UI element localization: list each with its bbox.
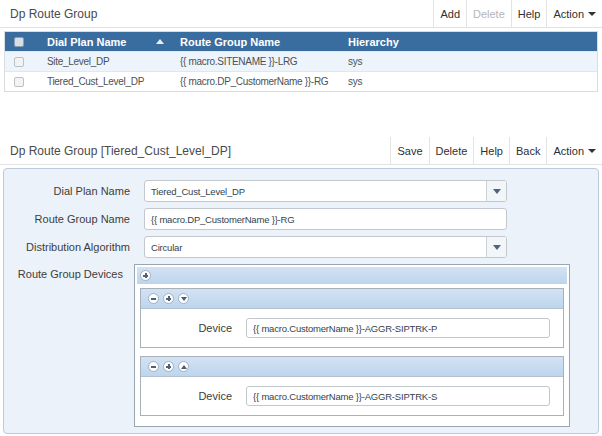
detail-panel: Dp Route Group [Tiered_Cust_Level_DP] Sa…: [0, 137, 602, 434]
device-label: Device: [141, 322, 232, 334]
add-device-button[interactable]: [140, 270, 151, 281]
caret-down-icon: [588, 149, 596, 153]
list-panel-title: Dp Route Group: [0, 0, 433, 27]
help-button[interactable]: Help: [511, 0, 547, 27]
field-label: Dial Plan Name: [4, 185, 130, 197]
delete-button[interactable]: Delete: [466, 0, 511, 27]
field-label: Route Group Devices: [4, 264, 130, 284]
back-button-label: Back: [516, 145, 540, 157]
cell-route-group[interactable]: {{ macro.DP_CustomerName }}-RG: [180, 76, 348, 87]
delete-button[interactable]: Delete: [429, 137, 474, 164]
detail-panel-title: Dp Route Group [Tiered_Cust_Level_DP]: [0, 137, 390, 164]
field-route-group-devices: Route Group Devices Device {{ macro.Cust…: [4, 264, 598, 427]
row-checkbox-cell: [5, 77, 47, 87]
table-row[interactable]: Site_Level_DP {{ macro.SITENAME }}-LRG s…: [5, 51, 597, 71]
device-input[interactable]: {{ macro.CustomerName }}-AGGR-SIPTRK-P: [246, 318, 550, 338]
device-item-body: Device {{ macro.CustomerName }}-AGGR-SIP…: [141, 309, 563, 347]
save-button[interactable]: Save: [390, 137, 428, 164]
column-header-route-group[interactable]: Route Group Name: [180, 36, 348, 48]
cell-dial-plan[interactable]: Tiered_Cust_Level_DP: [47, 76, 180, 87]
column-header-dial-plan[interactable]: Dial Plan Name: [47, 36, 180, 48]
field-dial-plan: Dial Plan Name Tiered_Cust_Level_DP: [4, 180, 598, 202]
minus-icon: [151, 366, 156, 368]
help-button[interactable]: Help: [473, 137, 509, 164]
action-menu-button[interactable]: Action: [546, 0, 602, 27]
row-checkbox-cell: [5, 57, 47, 67]
remove-device-button[interactable]: [148, 361, 159, 372]
chevron-down-icon: [493, 189, 501, 194]
column-header-label: Hierarchy: [348, 36, 399, 48]
help-button-label: Help: [480, 145, 503, 157]
row-checkbox[interactable]: [14, 77, 24, 87]
route-group-table: Dial Plan Name Route Group Name Hierarch…: [4, 31, 598, 92]
back-button[interactable]: Back: [509, 137, 546, 164]
cell-route-group[interactable]: {{ macro.SITENAME }}-LRG: [180, 56, 348, 67]
list-panel: Dp Route Group Add Delete Help Action Di…: [0, 0, 602, 92]
distribution-select-value: Circular: [145, 237, 486, 257]
route-group-name-input[interactable]: {{ macro.DP_CustomerName }}-RG: [144, 208, 507, 230]
action-menu-button[interactable]: Action: [546, 137, 602, 164]
field-route-group: Route Group Name {{ macro.DP_CustomerNam…: [4, 208, 598, 230]
field-label: Route Group Name: [4, 213, 130, 225]
field-label: Distribution Algorithm: [4, 241, 130, 253]
save-button-label: Save: [397, 145, 422, 157]
add-device-button[interactable]: [163, 293, 174, 304]
plus-icon: [166, 296, 171, 301]
sort-asc-icon[interactable]: [156, 39, 164, 44]
add-device-button[interactable]: [163, 361, 174, 372]
cell-dial-plan[interactable]: Site_Level_DP: [47, 56, 180, 67]
device-item-panel: Device {{ macro.CustomerName }}-AGGR-SIP…: [140, 288, 564, 348]
table-header-row: Dial Plan Name Route Group Name Hierarch…: [5, 32, 597, 51]
list-panel-header: Dp Route Group Add Delete Help Action: [0, 0, 602, 28]
field-distribution: Distribution Algorithm Circular: [4, 236, 598, 258]
move-down-button[interactable]: [178, 293, 189, 304]
dial-plan-select-value: Tiered_Cust_Level_DP: [145, 181, 486, 201]
device-item-toolbar: [141, 357, 563, 377]
device-input[interactable]: {{ macro.CustomerName }}-AGGR-SIPTRK-S: [246, 386, 550, 406]
action-button-label: Action: [553, 8, 584, 20]
column-header-hierarchy[interactable]: Hierarchy: [348, 36, 597, 48]
row-checkbox[interactable]: [14, 57, 24, 67]
caret-down-icon: [588, 12, 596, 16]
devices-toolbar: [137, 267, 567, 284]
delete-button-label: Delete: [473, 8, 505, 20]
move-up-button[interactable]: [178, 361, 189, 372]
dial-plan-select[interactable]: Tiered_Cust_Level_DP: [144, 180, 507, 202]
route-group-devices-panel: Device {{ macro.CustomerName }}-AGGR-SIP…: [134, 264, 570, 427]
select-all-checkbox[interactable]: [14, 37, 24, 47]
triangle-up-icon: [181, 365, 187, 369]
plus-icon: [143, 273, 148, 278]
device-item-panel: Device {{ macro.CustomerName }}-AGGR-SIP…: [140, 356, 564, 416]
delete-button-label: Delete: [436, 145, 468, 157]
action-button-label: Action: [553, 145, 584, 157]
device-item-body: Device {{ macro.CustomerName }}-AGGR-SIP…: [141, 377, 563, 415]
device-label: Device: [141, 390, 232, 402]
detail-form: Dial Plan Name Tiered_Cust_Level_DP Rout…: [3, 168, 599, 434]
cell-hierarchy[interactable]: sys: [348, 76, 597, 87]
column-header-label: Dial Plan Name: [47, 36, 126, 48]
select-arrow-button[interactable]: [486, 181, 506, 201]
triangle-down-icon: [181, 297, 187, 301]
cell-hierarchy[interactable]: sys: [348, 56, 597, 67]
add-button[interactable]: Add: [433, 0, 466, 27]
add-button-label: Add: [440, 8, 460, 20]
column-header-label: Route Group Name: [180, 36, 280, 48]
plus-icon: [166, 364, 171, 369]
table-row[interactable]: Tiered_Cust_Level_DP {{ macro.DP_Custome…: [5, 71, 597, 91]
select-arrow-button[interactable]: [486, 237, 506, 257]
detail-panel-header: Dp Route Group [Tiered_Cust_Level_DP] Sa…: [0, 137, 602, 165]
distribution-algorithm-select[interactable]: Circular: [144, 236, 507, 258]
minus-icon: [151, 298, 156, 300]
select-all-cell: [5, 37, 47, 47]
device-item-toolbar: [141, 289, 563, 309]
help-button-label: Help: [518, 8, 541, 20]
chevron-down-icon: [493, 245, 501, 250]
remove-device-button[interactable]: [148, 293, 159, 304]
